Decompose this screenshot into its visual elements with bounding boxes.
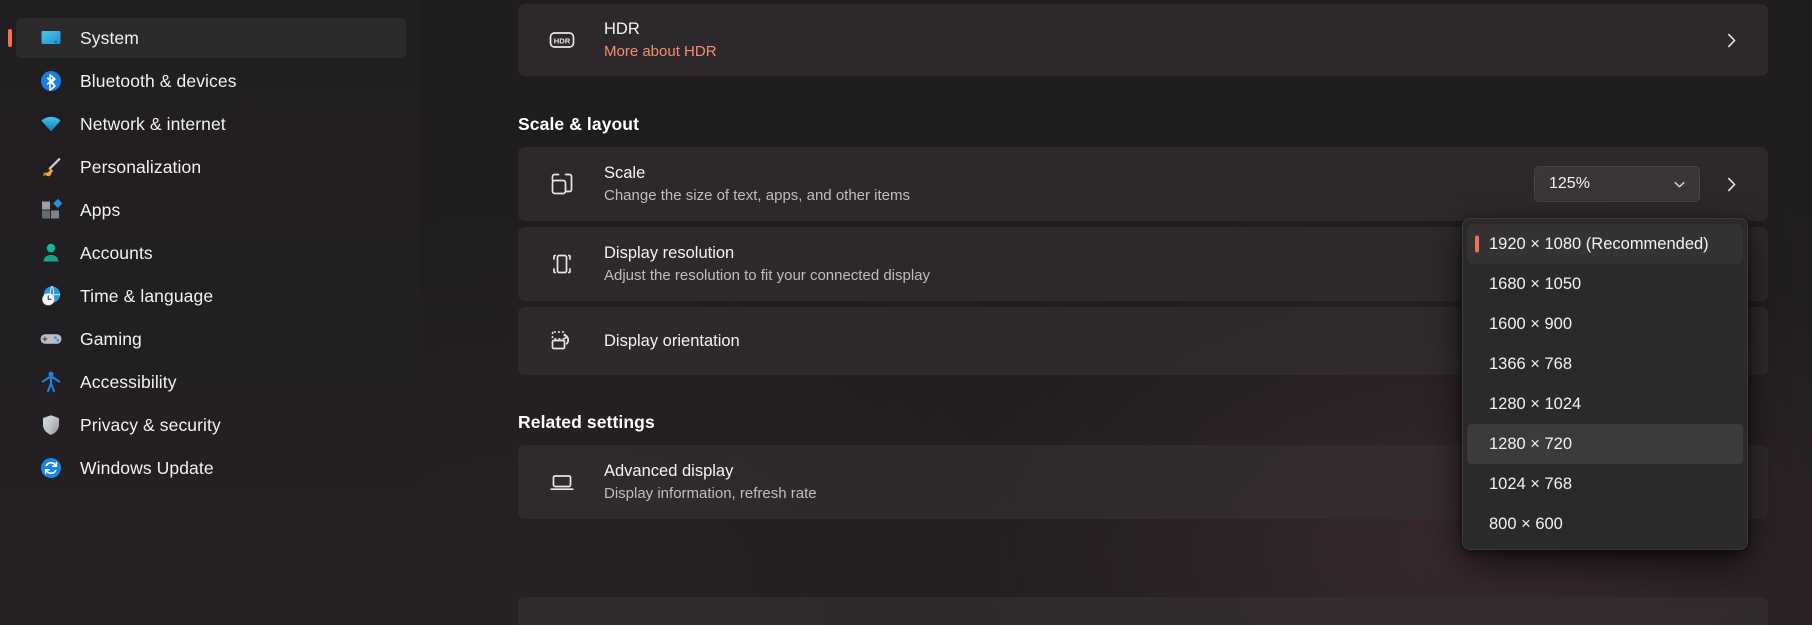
accessibility-icon — [38, 369, 64, 395]
hdr-icon: HDR — [542, 25, 582, 55]
sidebar-item-label: Personalization — [80, 157, 201, 178]
resolution-icon — [542, 250, 582, 278]
scale-icon — [542, 170, 582, 198]
display-resolution-dropdown[interactable]: 1920 × 1080 (Recommended) 1680 × 1050 16… — [1462, 218, 1748, 550]
resolution-option-label: 1680 × 1050 — [1489, 275, 1581, 294]
resolution-option[interactable]: 1680 × 1050 — [1467, 264, 1743, 304]
sidebar-item-gaming[interactable]: Gaming — [16, 319, 406, 359]
scale-layout-heading: Scale & layout — [518, 114, 1812, 135]
hdr-card-text: HDR More about HDR — [604, 18, 1716, 61]
resolution-option-label: 1366 × 768 — [1489, 355, 1572, 374]
chevron-right-icon[interactable] — [1716, 25, 1746, 55]
hdr-card[interactable]: HDR HDR More about HDR — [518, 4, 1768, 76]
sidebar-item-privacy-security[interactable]: Privacy & security — [16, 405, 406, 445]
scale-row-text: Scale Change the size of text, apps, and… — [604, 162, 1534, 205]
resolution-option-label: 1280 × 1024 — [1489, 395, 1581, 414]
sidebar-item-bluetooth-devices[interactable]: Bluetooth & devices — [16, 61, 406, 101]
gamepad-icon — [38, 326, 64, 352]
orientation-icon — [542, 327, 582, 355]
bluetooth-icon — [38, 68, 64, 94]
wifi-icon — [38, 111, 64, 137]
more-about-hdr-link[interactable]: More about HDR — [604, 41, 1716, 62]
sidebar-item-time-language[interactable]: Time & language — [16, 276, 406, 316]
resolution-option-label: 1920 × 1080 (Recommended) — [1489, 235, 1709, 254]
sidebar-item-label: Accessibility — [80, 372, 177, 393]
resolution-option-label: 1280 × 720 — [1489, 435, 1572, 454]
scale-subtitle: Change the size of text, apps, and other… — [604, 185, 1534, 206]
sidebar-item-network-internet[interactable]: Network & internet — [16, 104, 406, 144]
resolution-option[interactable]: 1280 × 720 — [1467, 424, 1743, 464]
scale-title: Scale — [604, 162, 1534, 184]
chevron-right-icon[interactable] — [1716, 169, 1746, 199]
scale-row[interactable]: Scale Change the size of text, apps, and… — [518, 147, 1768, 221]
scale-combobox[interactable]: 125% — [1534, 166, 1700, 202]
scale-row-right: 125% — [1534, 166, 1746, 202]
settings-sidebar: System Bluetooth & devices — [0, 0, 420, 625]
partial-card-below[interactable] — [518, 597, 1768, 625]
resolution-option[interactable]: 1600 × 900 — [1467, 304, 1743, 344]
settings-main-content: HDR HDR More about HDR Scale & layout — [420, 0, 1812, 625]
svg-text:HDR: HDR — [554, 36, 571, 45]
settings-window: System Bluetooth & devices — [0, 0, 1812, 625]
sidebar-item-accessibility[interactable]: Accessibility — [16, 362, 406, 402]
resolution-option-label: 800 × 600 — [1489, 515, 1563, 534]
sidebar-item-label: Privacy & security — [80, 415, 221, 436]
apps-icon — [38, 197, 64, 223]
sidebar-item-personalization[interactable]: Personalization — [16, 147, 406, 187]
hdr-card-right — [1716, 25, 1746, 55]
resolution-option[interactable]: 1280 × 1024 — [1467, 384, 1743, 424]
sidebar-item-windows-update[interactable]: Windows Update — [16, 448, 406, 488]
scale-combobox-value: 125% — [1549, 175, 1590, 193]
resolution-option-label: 1600 × 900 — [1489, 315, 1572, 334]
selection-indicator — [1475, 236, 1479, 253]
sidebar-item-label: Time & language — [80, 286, 213, 307]
update-icon — [38, 455, 64, 481]
chevron-down-icon — [1672, 177, 1687, 192]
clock-globe-icon — [38, 283, 64, 309]
resolution-option[interactable]: 1366 × 768 — [1467, 344, 1743, 384]
sidebar-item-label: System — [80, 28, 139, 49]
sidebar-item-label: Apps — [80, 200, 120, 221]
monitor-icon — [38, 25, 64, 51]
sidebar-item-label: Network & internet — [80, 114, 226, 135]
sidebar-item-label: Gaming — [80, 329, 142, 350]
laptop-icon — [542, 468, 582, 496]
resolution-option[interactable]: 1024 × 768 — [1467, 464, 1743, 504]
sidebar-item-label: Bluetooth & devices — [80, 71, 237, 92]
sidebar-item-accounts[interactable]: Accounts — [16, 233, 406, 273]
sidebar-item-apps[interactable]: Apps — [16, 190, 406, 230]
hdr-title: HDR — [604, 18, 1716, 40]
sidebar-item-label: Accounts — [80, 243, 153, 264]
resolution-option[interactable]: 1920 × 1080 (Recommended) — [1467, 224, 1743, 264]
person-icon — [38, 240, 64, 266]
paintbrush-icon — [38, 154, 64, 180]
resolution-option-label: 1024 × 768 — [1489, 475, 1572, 494]
shield-icon — [38, 412, 64, 438]
sidebar-item-system[interactable]: System — [16, 18, 406, 58]
sidebar-item-label: Windows Update — [80, 458, 214, 479]
selection-indicator — [8, 29, 12, 47]
resolution-option[interactable]: 800 × 600 — [1467, 504, 1743, 544]
